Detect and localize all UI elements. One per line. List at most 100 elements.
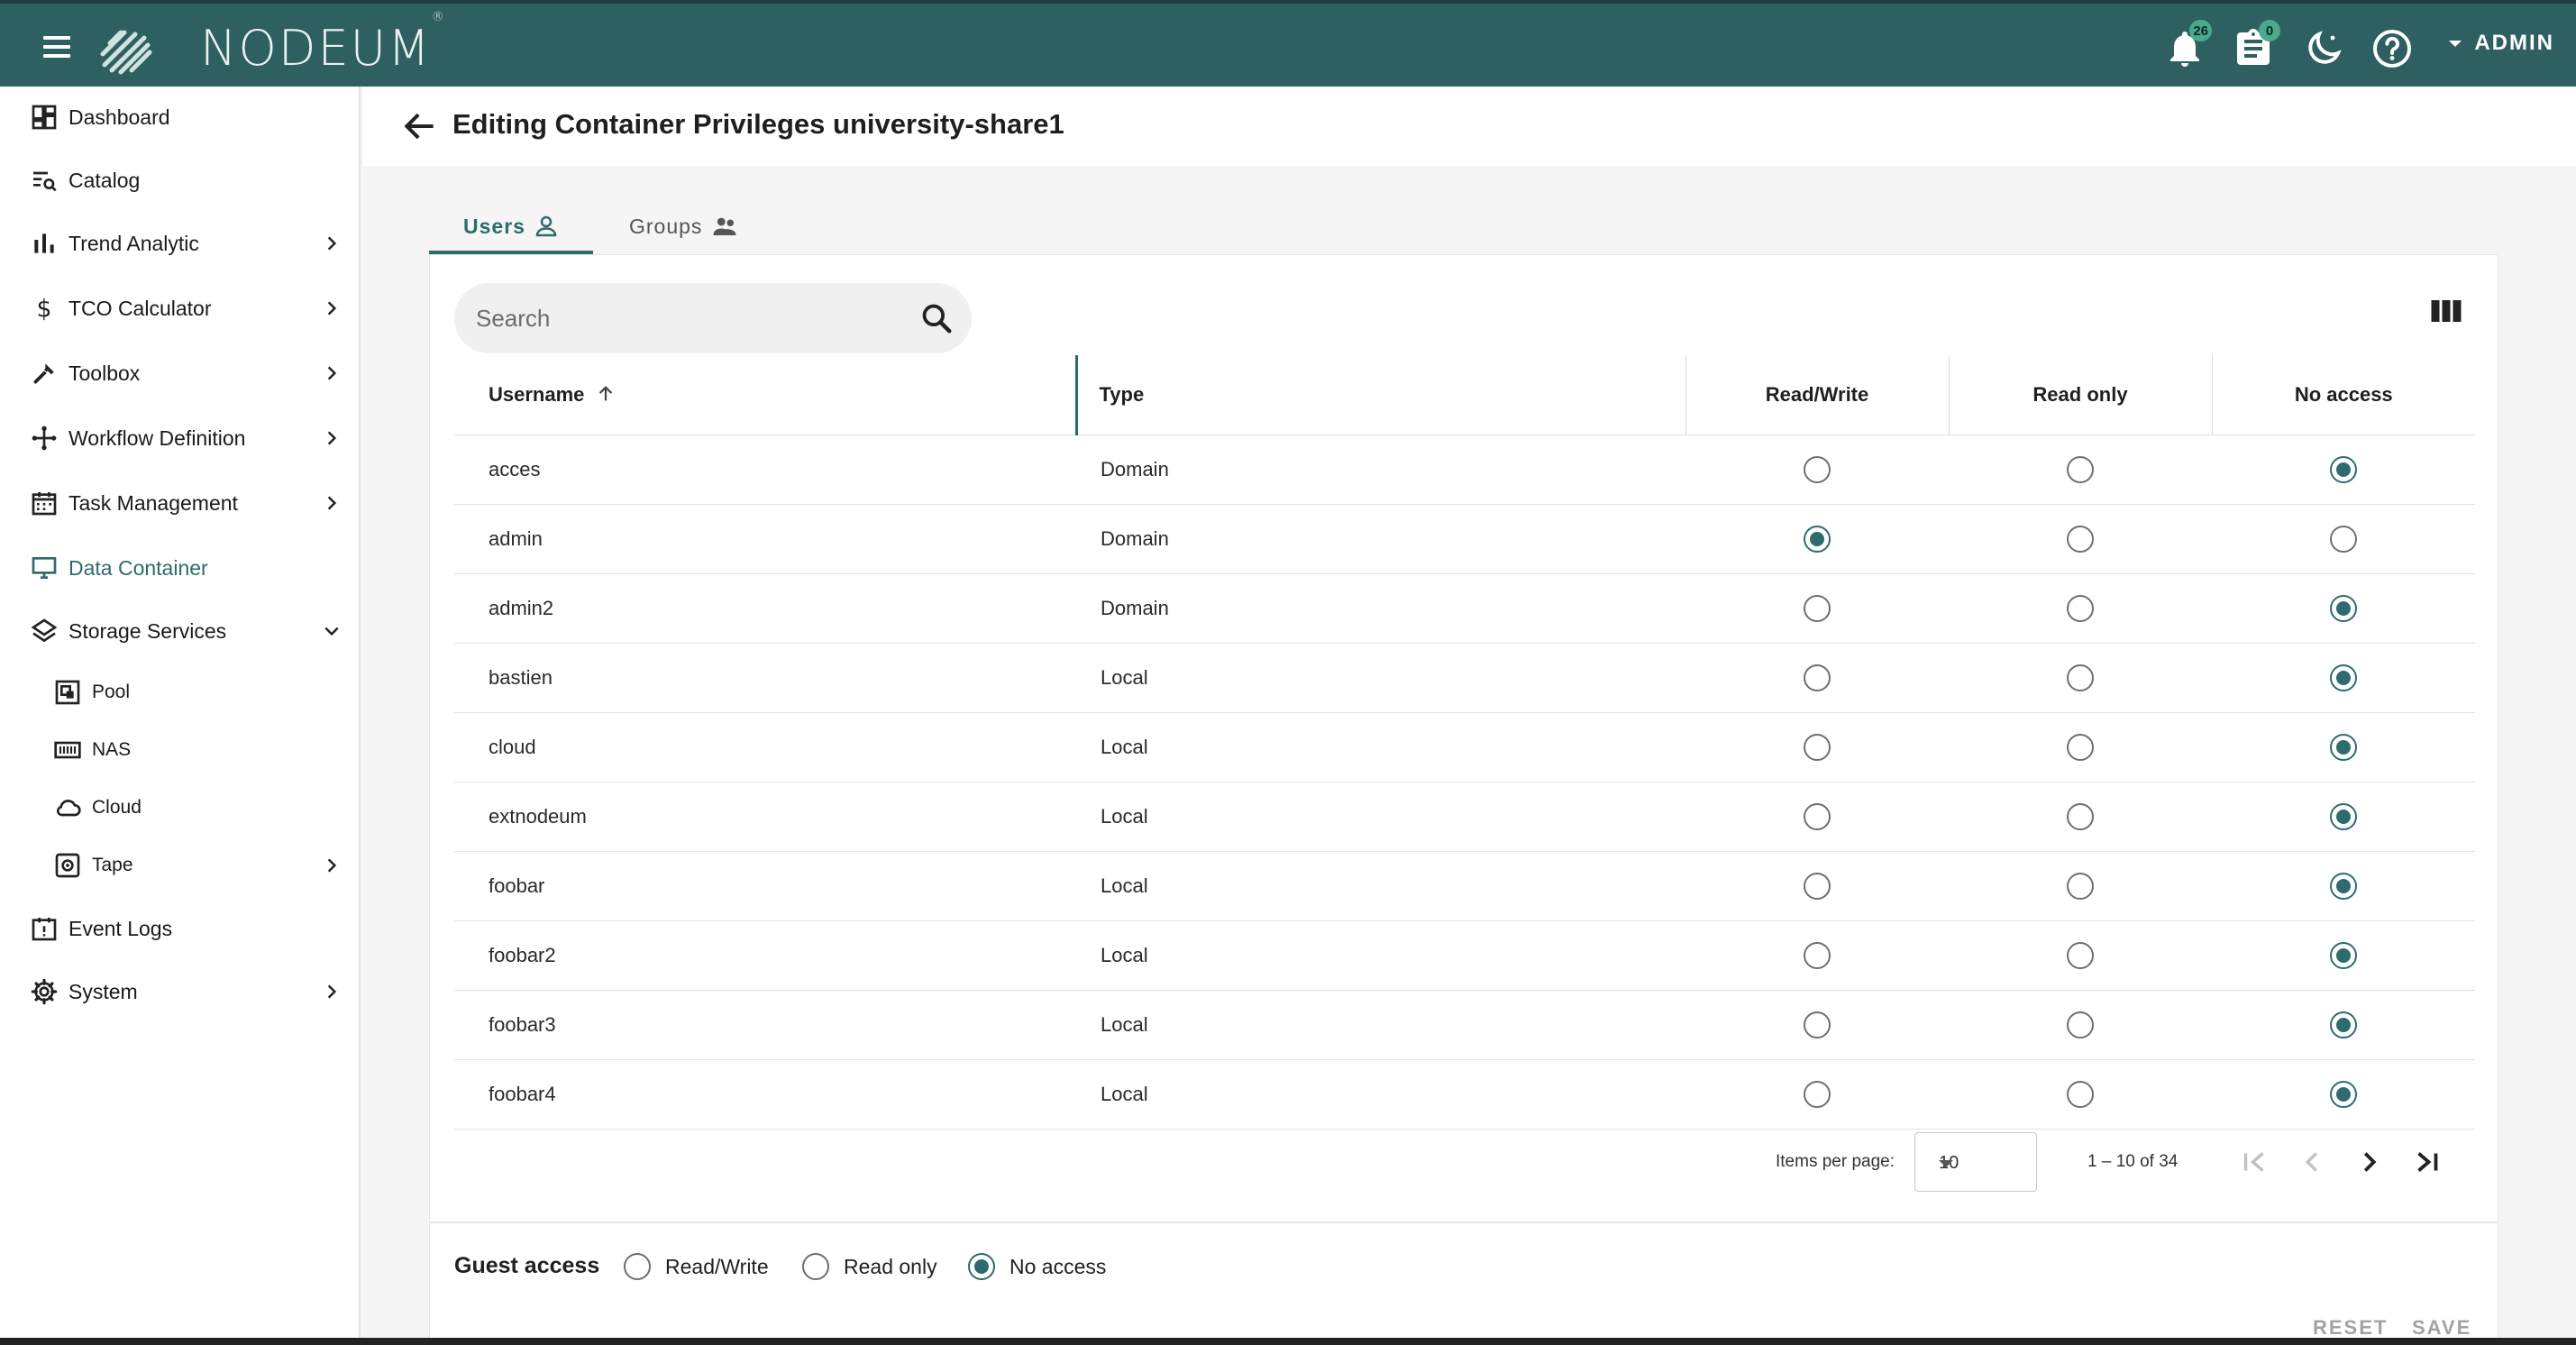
- last-page-icon[interactable]: [2410, 1145, 2444, 1179]
- notifications-bell-icon[interactable]: 26: [2163, 20, 2212, 70]
- guest-no-access-radio[interactable]: [968, 1253, 995, 1280]
- tab-users[interactable]: Users: [463, 198, 560, 254]
- chevron-down-icon: [324, 627, 339, 636]
- access-radio-ro[interactable]: [2067, 872, 2094, 900]
- calendar-icon: [29, 488, 59, 518]
- guest-option-read-write[interactable]: Read/Write: [624, 1253, 769, 1280]
- search-input[interactable]: [476, 283, 909, 353]
- column-header-read-write[interactable]: Read/Write: [1685, 355, 1949, 435]
- access-radio-rw[interactable]: [1804, 663, 1831, 691]
- sidebar-item-nas[interactable]: NAS: [0, 721, 361, 779]
- access-radio-rw[interactable]: [1804, 525, 1831, 553]
- access-radio-na[interactable]: [2330, 872, 2357, 900]
- access-radio-rw[interactable]: [1804, 1011, 1831, 1038]
- access-radio-ro[interactable]: [2067, 594, 2094, 622]
- access-radio-ro[interactable]: [2067, 1080, 2094, 1108]
- reset-button[interactable]: RESET: [2313, 1316, 2388, 1340]
- sidebar-item-cloud[interactable]: Cloud: [0, 779, 361, 837]
- access-radio-na[interactable]: [2330, 525, 2357, 553]
- previous-page-icon[interactable]: [2295, 1145, 2329, 1179]
- access-cell-rw: [1685, 573, 1949, 644]
- type-cell: Local: [1076, 990, 1685, 1060]
- sidebar-item-catalog[interactable]: Catalog: [0, 151, 361, 209]
- user-name: ADMIN: [2474, 31, 2554, 55]
- guest-option-read-only[interactable]: Read only: [802, 1253, 937, 1280]
- username-cell: admin: [454, 504, 1076, 574]
- tab-groups[interactable]: Groups: [629, 198, 740, 254]
- access-radio-rw[interactable]: [1804, 455, 1831, 483]
- user-menu[interactable]: ADMIN: [2449, 31, 2554, 56]
- access-cell-rw: [1685, 990, 1949, 1060]
- pool-icon: [52, 677, 83, 708]
- access-cell-rw: [1685, 712, 1949, 782]
- column-header-username[interactable]: Username: [454, 355, 1076, 435]
- access-radio-ro[interactable]: [2067, 663, 2094, 691]
- next-page-icon[interactable]: [2352, 1145, 2387, 1179]
- access-radio-na[interactable]: [2330, 941, 2357, 969]
- chevron-right-icon: [327, 496, 337, 510]
- table-row: acces Domain: [454, 435, 2475, 505]
- first-page-icon[interactable]: [2237, 1145, 2271, 1179]
- tab-users-label: Users: [463, 214, 525, 238]
- access-radio-rw[interactable]: [1804, 594, 1831, 622]
- access-radio-na[interactable]: [2330, 594, 2357, 622]
- access-radio-ro[interactable]: [2067, 941, 2094, 969]
- access-cell-ro: [1949, 712, 2212, 782]
- sidebar-item-dashboard[interactable]: Dashboard: [0, 88, 361, 146]
- type-cell: Domain: [1076, 573, 1685, 644]
- sidebar-item-storage-services[interactable]: Storage Services: [0, 602, 361, 660]
- sidebar-item-tco-calculator[interactable]: $ TCO Calculator: [0, 279, 361, 337]
- guest-read-write-radio[interactable]: [624, 1253, 651, 1280]
- sidebar-item-pool[interactable]: Pool: [0, 663, 361, 721]
- sidebar-item-toolbox[interactable]: Toolbox: [0, 344, 361, 402]
- top-app-bar: NODEUM® 26 0 ADMIN: [0, 0, 2576, 87]
- sidebar-item-data-container[interactable]: Data Container: [0, 539, 361, 597]
- guest-read-only-radio[interactable]: [802, 1253, 829, 1280]
- group-icon: [713, 217, 736, 235]
- access-radio-na[interactable]: [2330, 802, 2357, 830]
- sidebar-item-system[interactable]: System: [0, 963, 361, 1020]
- hamburger-menu-icon[interactable]: [36, 29, 79, 69]
- gear-icon: [29, 976, 59, 1007]
- dark-mode-moon-icon[interactable]: [2302, 27, 2345, 70]
- sidebar-item-task-management[interactable]: Task Management: [0, 474, 361, 532]
- access-radio-na[interactable]: [2330, 455, 2357, 483]
- sidebar-item-trend-analytic[interactable]: Trend Analytic: [0, 215, 361, 272]
- access-radio-rw[interactable]: [1804, 941, 1831, 969]
- access-radio-ro[interactable]: [2067, 455, 2094, 483]
- access-radio-na[interactable]: [2330, 733, 2357, 761]
- sidebar-item-event-logs[interactable]: Event Logs: [0, 900, 361, 957]
- help-icon[interactable]: [2370, 27, 2414, 70]
- table-row: admin2 Domain: [454, 573, 2475, 644]
- save-button[interactable]: SAVE: [2412, 1316, 2471, 1340]
- username-cell: admin2: [454, 573, 1076, 644]
- access-cell-rw: [1685, 435, 1949, 505]
- username-cell: foobar3: [454, 990, 1076, 1060]
- guest-option-no-access[interactable]: No access: [968, 1253, 1106, 1280]
- access-radio-ro[interactable]: [2067, 802, 2094, 830]
- sidebar-item-workflow-definition[interactable]: Workflow Definition: [0, 409, 361, 467]
- column-header-type[interactable]: Type: [1074, 355, 1685, 435]
- access-radio-rw[interactable]: [1804, 802, 1831, 830]
- notifications-badge: 26: [2189, 20, 2212, 41]
- access-radio-rw[interactable]: [1804, 733, 1831, 761]
- access-radio-na[interactable]: [2330, 1011, 2357, 1038]
- access-radio-ro[interactable]: [2067, 525, 2094, 553]
- task-clipboard-icon[interactable]: 0: [2232, 20, 2280, 70]
- access-radio-ro[interactable]: [2067, 733, 2094, 761]
- access-radio-na[interactable]: [2330, 663, 2357, 691]
- access-radio-rw[interactable]: [1804, 872, 1831, 900]
- column-header-read-only[interactable]: Read only: [1948, 355, 2212, 435]
- access-radio-ro[interactable]: [2067, 1011, 2094, 1038]
- items-per-page-select[interactable]: 10: [1914, 1132, 2037, 1192]
- search-icon[interactable]: [919, 301, 954, 335]
- dropdown-caret-icon: [1939, 1160, 1953, 1167]
- view-columns-icon[interactable]: [2430, 297, 2462, 325]
- sidebar-item-tape[interactable]: Tape: [0, 837, 361, 894]
- access-radio-rw[interactable]: [1804, 1080, 1831, 1108]
- column-header-no-access[interactable]: No access: [2211, 355, 2475, 435]
- table-row: bastien Local: [454, 643, 2475, 713]
- back-arrow-icon[interactable]: [400, 106, 440, 146]
- table-row: foobar2 Local: [454, 920, 2475, 991]
- access-radio-na[interactable]: [2330, 1080, 2357, 1108]
